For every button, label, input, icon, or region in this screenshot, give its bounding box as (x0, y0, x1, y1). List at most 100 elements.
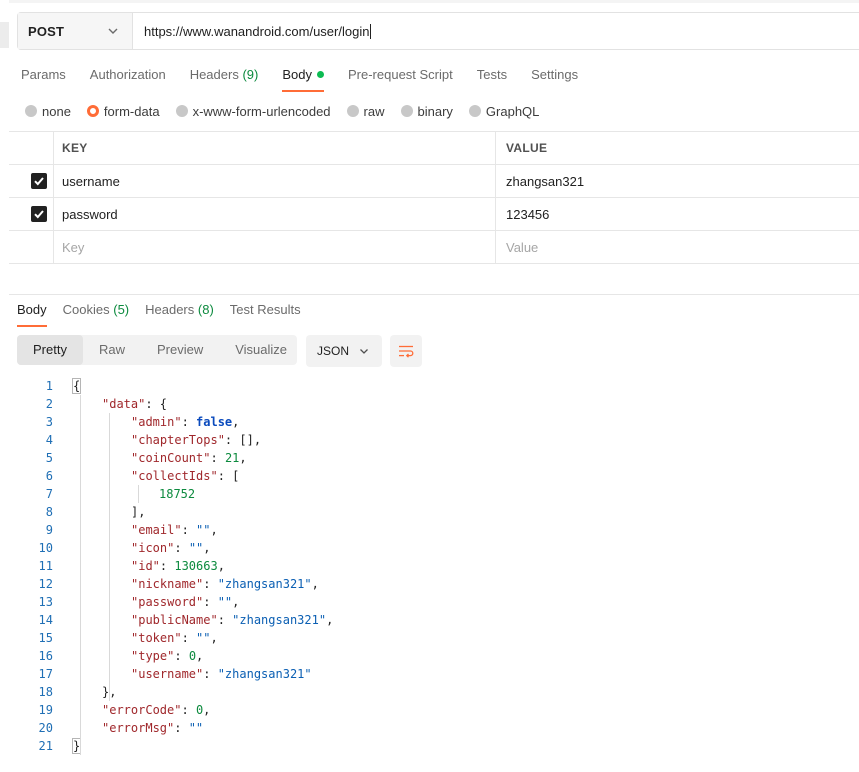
tab-settings[interactable]: Settings (531, 62, 578, 92)
headers-count: (9) (242, 67, 259, 82)
key-cell[interactable]: username (54, 165, 496, 197)
response-body-code[interactable]: 1{2 "data": {3 "admin": false, 4 "chapterTop… (17, 377, 859, 755)
body-indicator-dot (316, 71, 324, 78)
response-headers-count: (8) (197, 302, 214, 317)
view-preview[interactable]: Preview (141, 335, 219, 365)
view-pretty[interactable]: Pretty (17, 335, 83, 365)
row-checkbox[interactable] (31, 206, 47, 222)
radio-raw[interactable]: raw (346, 104, 385, 119)
code-line: 17 "username": "zhangsan321" (17, 665, 859, 683)
tab-authorization[interactable]: Authorization (90, 62, 166, 92)
check-icon (34, 210, 44, 219)
tab-response-body[interactable]: Body (17, 300, 47, 327)
response-tabs: Body Cookies (5) Headers (8) Test Result… (17, 300, 317, 327)
line-number: 10 (38, 541, 53, 555)
radio-circle (400, 105, 413, 117)
tab-pre-request-script[interactable]: Pre-request Script (348, 62, 453, 92)
chevron-down-icon (108, 28, 118, 34)
radio-none[interactable]: none (25, 104, 71, 119)
line-number: 21 (38, 739, 53, 753)
text-caret (370, 23, 372, 39)
line-number: 18 (38, 685, 53, 699)
sidebar-edge (0, 0, 9, 772)
code-line: 21} (17, 737, 859, 755)
url-input[interactable]: https://www.wanandroid.com/user/login (133, 13, 859, 49)
radio-circle (25, 105, 37, 117)
code-line: 9 "email": "", (17, 521, 859, 539)
sidebar-edge-mark (0, 22, 9, 48)
indent-guide (80, 395, 81, 755)
wrap-lines-icon (399, 345, 414, 358)
tab-params[interactable]: Params (21, 62, 66, 92)
code-line: 4 "chapterTops": [], (17, 431, 859, 449)
radio-circle-selected (86, 105, 99, 117)
top-divider (9, 0, 859, 3)
request-tabs: Params Authorization Headers (9) Body Pr… (21, 62, 602, 92)
value-cell[interactable]: 123456 (496, 198, 859, 230)
view-mode-segmented: Pretty Raw Preview Visualize (17, 335, 297, 365)
code-text: "collectIds": [ (131, 469, 240, 483)
radio-x-www-form-urlencoded[interactable]: x-www-form-urlencoded (175, 104, 331, 119)
radio-graphql[interactable]: GraphQL (468, 104, 539, 119)
code-line: 12 "nickname": "zhangsan321", (17, 575, 859, 593)
radio-binary[interactable]: binary (400, 104, 453, 119)
radio-circle (468, 105, 481, 117)
code-text: "errorCode": 0, (102, 703, 211, 717)
table-row: password 123456 (9, 198, 859, 231)
tab-headers[interactable]: Headers (9) (190, 62, 259, 92)
code-line: 7 18752 (17, 485, 859, 503)
code-text: "coinCount": 21, (131, 451, 247, 465)
column-header-value: VALUE (506, 141, 548, 155)
code-line: 1{ (17, 377, 859, 395)
value-cell[interactable]: zhangsan321 (496, 165, 859, 197)
code-line: 13 "password": "", (17, 593, 859, 611)
code-text: "type": 0, (131, 649, 204, 663)
code-text: { (71, 378, 82, 394)
new-key-input[interactable]: Key (54, 231, 496, 263)
form-data-table: KEY VALUE username zhangsan321 password … (9, 131, 859, 264)
line-number: 13 (38, 595, 53, 609)
line-number: 3 (45, 415, 53, 429)
line-number: 11 (38, 559, 53, 573)
tab-body[interactable]: Body (282, 62, 324, 92)
code-text: 18752 (159, 487, 196, 501)
code-line: 6 "collectIds": [ (17, 467, 859, 485)
method-select[interactable]: POST (18, 13, 133, 49)
tab-response-headers[interactable]: Headers (8) (145, 300, 214, 327)
table-header-row: KEY VALUE (9, 132, 859, 165)
cookies-count: (5) (113, 302, 130, 317)
code-line: 19 "errorCode": 0, (17, 701, 859, 719)
code-line: 10 "icon": "", (17, 539, 859, 557)
line-number: 9 (45, 523, 53, 537)
code-text: "publicName": "zhangsan321", (131, 613, 334, 627)
format-select[interactable]: JSON (306, 335, 382, 367)
key-cell[interactable]: password (54, 198, 496, 230)
response-divider[interactable] (9, 294, 859, 295)
radio-form-data[interactable]: form-data (86, 104, 160, 119)
code-line: 14 "publicName": "zhangsan321", (17, 611, 859, 629)
new-value-input[interactable]: Value (496, 231, 859, 263)
tab-response-cookies[interactable]: Cookies (5) (63, 300, 129, 327)
code-text: "nickname": "zhangsan321", (131, 577, 319, 591)
indent-guide (109, 413, 110, 701)
code-line: 16 "type": 0, (17, 647, 859, 665)
view-raw[interactable]: Raw (83, 335, 141, 365)
code-text: "data": { (102, 397, 168, 411)
code-text: "chapterTops": [], (131, 433, 262, 447)
code-line: 20 "errorMsg": "" (17, 719, 859, 737)
row-checkbox[interactable] (31, 173, 47, 189)
tab-test-results[interactable]: Test Results (230, 300, 301, 327)
tab-tests[interactable]: Tests (477, 62, 507, 92)
format-label: JSON (317, 344, 350, 358)
view-visualize[interactable]: Visualize (219, 335, 303, 365)
code-text: ], (131, 505, 146, 519)
line-number: 1 (45, 379, 53, 393)
wrap-lines-button[interactable] (390, 335, 422, 367)
method-label: POST (28, 23, 65, 39)
code-line: 2 "data": { (17, 395, 859, 413)
line-number: 2 (45, 397, 53, 411)
code-text: "id": 130663, (131, 559, 225, 573)
code-text: "icon": "", (131, 541, 211, 555)
radio-circle (175, 105, 188, 117)
line-number: 5 (45, 451, 53, 465)
